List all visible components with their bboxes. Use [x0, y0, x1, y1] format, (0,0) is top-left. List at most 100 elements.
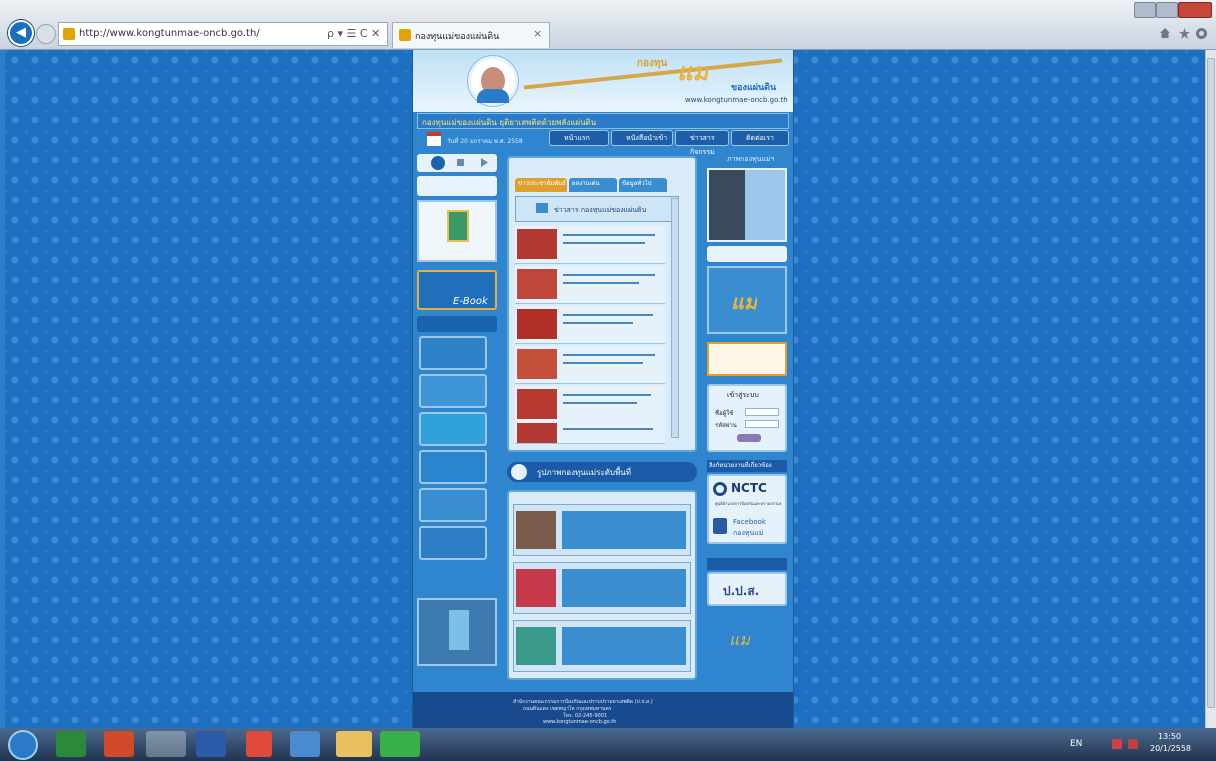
browser-tab[interactable]: กองทุนแม่ของแผ่นดิน × [392, 22, 550, 48]
news-text-5 [563, 394, 651, 396]
monitor-taskbar-icon[interactable] [290, 731, 320, 757]
nav-news[interactable]: ข่าวสารกิจกรรม [675, 130, 729, 156]
news-text-3b [563, 322, 633, 324]
ebook-banner[interactable]: E-Book [417, 270, 497, 310]
window-scrollbar[interactable] [1205, 50, 1216, 728]
tray-network-icon[interactable] [1128, 739, 1138, 749]
news-scrollbar[interactable] [671, 198, 679, 438]
minimize-button[interactable] [1134, 2, 1156, 18]
portrait-avatar [468, 56, 518, 106]
left-book-image[interactable] [417, 200, 497, 262]
tray-flag-icon[interactable] [1112, 739, 1122, 749]
news-tab-active[interactable]: ข่าวประชาสัมพันธ์ [515, 178, 567, 192]
left-bottom-figure [449, 610, 469, 650]
left-menu-button-5[interactable] [419, 488, 487, 522]
stop-icon[interactable] [457, 159, 464, 166]
tab-close-icon[interactable]: × [533, 27, 542, 40]
logo-text-kongtun: กองทุน [637, 58, 668, 69]
left-banner[interactable] [417, 176, 497, 196]
right-bottom-logo-text: แม่ [729, 630, 750, 649]
line-taskbar-icon[interactable] [380, 731, 420, 757]
header-url: www.kongtunmae-oncb.go.th [685, 96, 788, 104]
gallery-item-2[interactable] [513, 562, 691, 614]
gallery-icon [511, 464, 527, 480]
news-text-1b [563, 242, 645, 244]
gallery-caption-2 [562, 569, 686, 607]
news-item-4[interactable] [515, 346, 665, 384]
facebook-link[interactable]: Facebook กองทุนแม่ [711, 514, 783, 540]
gallery-caption-1 [562, 511, 686, 549]
oncb-link[interactable]: ป.ป.ส. [707, 572, 787, 606]
nav-books[interactable]: หนังสือนำเข้า [611, 130, 673, 146]
login-button[interactable] [737, 434, 761, 442]
excel-taskbar-icon[interactable] [56, 731, 86, 757]
news-item-2[interactable] [515, 266, 665, 304]
word-taskbar-icon[interactable] [196, 731, 226, 757]
back-button[interactable]: ◀ [8, 20, 34, 46]
news-text-1 [563, 234, 655, 236]
nav-contact[interactable]: ติดต่อเรา [731, 130, 789, 146]
right-column-title: ภาพกองทุนแม่ฯ [727, 155, 775, 163]
news-item-5[interactable] [515, 386, 665, 424]
news-item-6[interactable] [515, 420, 665, 444]
maximize-button[interactable] [1156, 2, 1178, 18]
left-menu-button-2[interactable] [419, 374, 487, 408]
close-window-button[interactable] [1178, 2, 1212, 18]
left-bottom-image[interactable] [417, 598, 497, 666]
facebook-sub: กองทุนแม่ [733, 529, 764, 537]
folder-taskbar-icon[interactable] [336, 731, 372, 757]
right-top-dark-block [709, 170, 745, 240]
right-notice-banner[interactable] [707, 342, 787, 376]
clock-time[interactable]: 13:50 [1158, 732, 1181, 741]
gallery-item-3[interactable] [513, 620, 691, 672]
login-title: เข้าสู่ระบบ [727, 391, 759, 399]
clock-date[interactable]: 20/1/2558 [1150, 744, 1191, 753]
address-controls[interactable]: ρ ▾ ☰ C ✕ [327, 27, 380, 40]
powerpoint-taskbar-icon[interactable] [104, 731, 134, 757]
current-date: วันที่ 20 มกราคม พ.ศ. 2558 [447, 138, 523, 145]
login-pass-input[interactable] [745, 420, 779, 428]
address-url: http://www.kongtunmae-oncb.go.th/ [79, 28, 260, 39]
forward-button[interactable] [36, 24, 56, 44]
news-item-1[interactable] [515, 226, 665, 264]
login-user-input[interactable] [745, 408, 779, 416]
news-item-3[interactable] [515, 306, 665, 344]
links-title-bar: ลิงก์หน่วยงานที่เกี่ยวข้อง [707, 460, 787, 472]
chrome-taskbar-icon[interactable] [246, 731, 272, 757]
address-bar[interactable]: http://www.kongtunmae-oncb.go.th/ ρ ▾ ☰ … [58, 22, 388, 46]
nav-books-label: หนังสือนำเข้า [626, 134, 668, 142]
left-menu-button-1[interactable] [419, 336, 487, 370]
website-page: กองทุน แม่ ของแผ่นดิน www.kongtunmae-onc… [412, 50, 794, 728]
book-cover [447, 210, 469, 242]
logo-text-phaendin: ของแผ่นดิน [731, 83, 777, 93]
gallery-title-bar: รูปภาพกองทุนแม่ระดับพื้นที่ [507, 462, 697, 482]
right-logo-banner[interactable]: แม่ [707, 266, 787, 334]
facebook-icon [713, 518, 727, 534]
nav-home[interactable]: หน้าแรก [549, 130, 609, 146]
right-top-image[interactable] [707, 168, 787, 242]
news-tab-3[interactable]: ข้อมูลทั่วไป [619, 178, 667, 192]
logo-text-mae: แม่ [677, 58, 709, 86]
start-button[interactable] [8, 730, 38, 760]
language-indicator[interactable]: EN [1070, 739, 1082, 749]
login-pass-label: รหัสผ่าน [715, 422, 737, 429]
right-bottom-logo[interactable]: แม่ [707, 624, 787, 674]
news-tab-2[interactable]: ผลงานเด่น [569, 178, 617, 192]
next-icon[interactable] [481, 158, 488, 167]
news-tab-active-label: ข่าวประชาสัมพันธ์ [518, 180, 566, 187]
gallery-item-1[interactable] [513, 504, 691, 556]
favorites-star-icon[interactable] [1179, 28, 1190, 39]
nctc-label: NCTC [731, 481, 767, 495]
nctc-link[interactable]: NCTC ศูนย์อำนวยการป้องกันและปราบปรามยาเส… [711, 478, 783, 510]
settings-gear-icon[interactable] [1196, 28, 1207, 39]
scrollbar-thumb[interactable] [1207, 58, 1215, 708]
news-thumb-2 [517, 269, 557, 299]
left-menu-button-3[interactable] [419, 412, 487, 446]
nav-contact-label: ติดต่อเรา [746, 134, 774, 142]
left-menu-button-6[interactable] [419, 526, 487, 560]
left-menu-button-4[interactable] [419, 450, 487, 484]
internet-explorer-taskbar-icon[interactable] [146, 731, 186, 757]
play-icon[interactable] [431, 156, 445, 170]
home-icon[interactable] [1160, 28, 1170, 38]
news-text-3 [563, 314, 653, 316]
